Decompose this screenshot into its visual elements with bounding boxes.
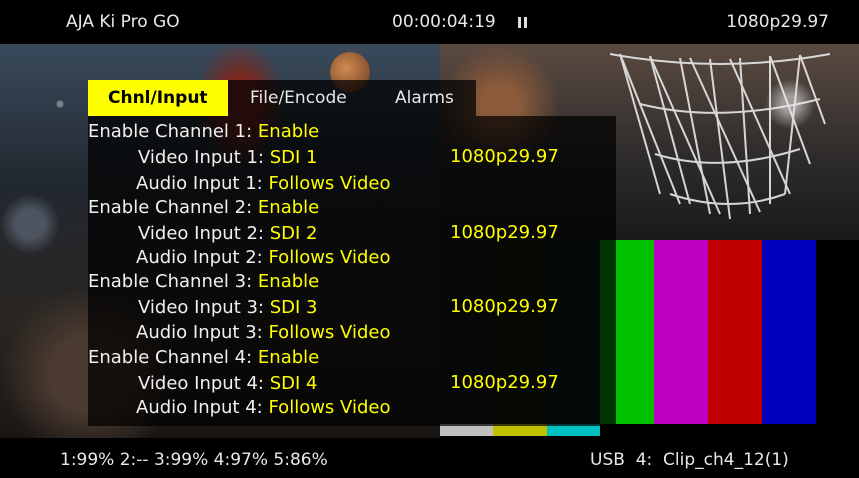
menu-tabs: Chnl/Input File/Encode Alarms	[88, 80, 476, 116]
menu-item-enable-channel-3[interactable]: Enable Channel 3: Enable	[88, 270, 319, 294]
color-bar	[816, 240, 859, 436]
menu-item-value: Follows Video	[268, 173, 391, 194]
menu-item-audio-input-1[interactable]: Audio Input 1: Follows Video	[136, 172, 390, 196]
menu-item-value: Enable	[257, 197, 320, 218]
timecode: 00:00:04:19	[392, 12, 496, 32]
menu-item-value: Enable	[257, 121, 320, 142]
color-bar	[708, 240, 762, 436]
menu-item-label: Audio Input 3:	[136, 322, 263, 343]
menu-item-label: Video Input 1:	[138, 147, 264, 168]
menu-item-label: Audio Input 4:	[136, 397, 263, 418]
menu-item-video-input-4[interactable]: Video Input 4: SDI 4	[138, 372, 318, 396]
menu-item-value: Follows Video	[268, 322, 391, 343]
device-name: AJA Ki Pro GO	[66, 12, 180, 32]
tab-alarms[interactable]: Alarms	[395, 80, 454, 116]
video-format: 1080p29.97	[726, 12, 829, 32]
menu-item-audio-input-2[interactable]: Audio Input 2: Follows Video	[136, 246, 390, 270]
monitor-screen: AJA Ki Pro GO 00:00:04:19 1080p29.97 Chn…	[0, 0, 859, 478]
input-format-4: 1080p29.97	[450, 372, 559, 393]
input-format-2: 1080p29.97	[450, 222, 559, 243]
menu-item-label: Enable Channel 2:	[88, 197, 253, 218]
clip-status: USB 4: Clip_ch4_12(1)	[590, 450, 789, 470]
menu-item-enable-channel-2[interactable]: Enable Channel 2: Enable	[88, 196, 319, 220]
menu-item-label: Video Input 2:	[138, 223, 264, 244]
menu-item-value: SDI 1	[269, 147, 318, 168]
menu-item-label: Enable Channel 1:	[88, 121, 253, 142]
menu-item-enable-channel-4[interactable]: Enable Channel 4: Enable	[88, 346, 319, 370]
menu-item-label: Enable Channel 4:	[88, 347, 253, 368]
media-status: 1:99% 2:-- 3:99% 4:97% 5:86%	[60, 450, 328, 470]
basketball-net-image	[609, 53, 831, 220]
menu-item-enable-channel-1[interactable]: Enable Channel 1: Enable	[88, 120, 319, 144]
tab-chnl-input[interactable]: Chnl/Input	[88, 80, 228, 116]
status-header: AJA Ki Pro GO 00:00:04:19 1080p29.97	[0, 0, 859, 44]
tab-file-encode[interactable]: File/Encode	[250, 80, 347, 116]
menu-item-label: Audio Input 2:	[136, 247, 263, 268]
color-bar	[654, 240, 708, 436]
menu-item-video-input-2[interactable]: Video Input 2: SDI 2	[138, 222, 318, 246]
menu-item-value: Follows Video	[268, 397, 391, 418]
color-bar	[762, 240, 816, 436]
menu-item-value: SDI 3	[269, 297, 318, 318]
pause-icon	[518, 17, 528, 28]
menu-item-label: Video Input 3:	[138, 297, 264, 318]
menu-item-value: SDI 2	[269, 223, 318, 244]
chnl-input-menu: Enable Channel 1: Enable Video Input 1: …	[88, 116, 616, 426]
status-footer: 1:99% 2:-- 3:99% 4:97% 5:86% USB 4: Clip…	[0, 438, 859, 478]
menu-item-label: Enable Channel 3:	[88, 271, 253, 292]
menu-item-value: Follows Video	[268, 247, 391, 268]
menu-item-value: Enable	[257, 347, 320, 368]
menu-item-audio-input-4[interactable]: Audio Input 4: Follows Video	[136, 396, 390, 420]
input-format-1: 1080p29.97	[450, 146, 559, 167]
input-format-3: 1080p29.97	[450, 296, 559, 317]
menu-item-label: Video Input 4:	[138, 373, 264, 394]
menu-item-value: SDI 4	[269, 373, 318, 394]
menu-item-video-input-1[interactable]: Video Input 1: SDI 1	[138, 146, 318, 170]
menu-item-value: Enable	[257, 271, 320, 292]
menu-item-video-input-3[interactable]: Video Input 3: SDI 3	[138, 296, 318, 320]
menu-item-audio-input-3[interactable]: Audio Input 3: Follows Video	[136, 321, 390, 345]
strip-segment	[600, 424, 859, 436]
menu-item-label: Audio Input 1:	[136, 173, 263, 194]
